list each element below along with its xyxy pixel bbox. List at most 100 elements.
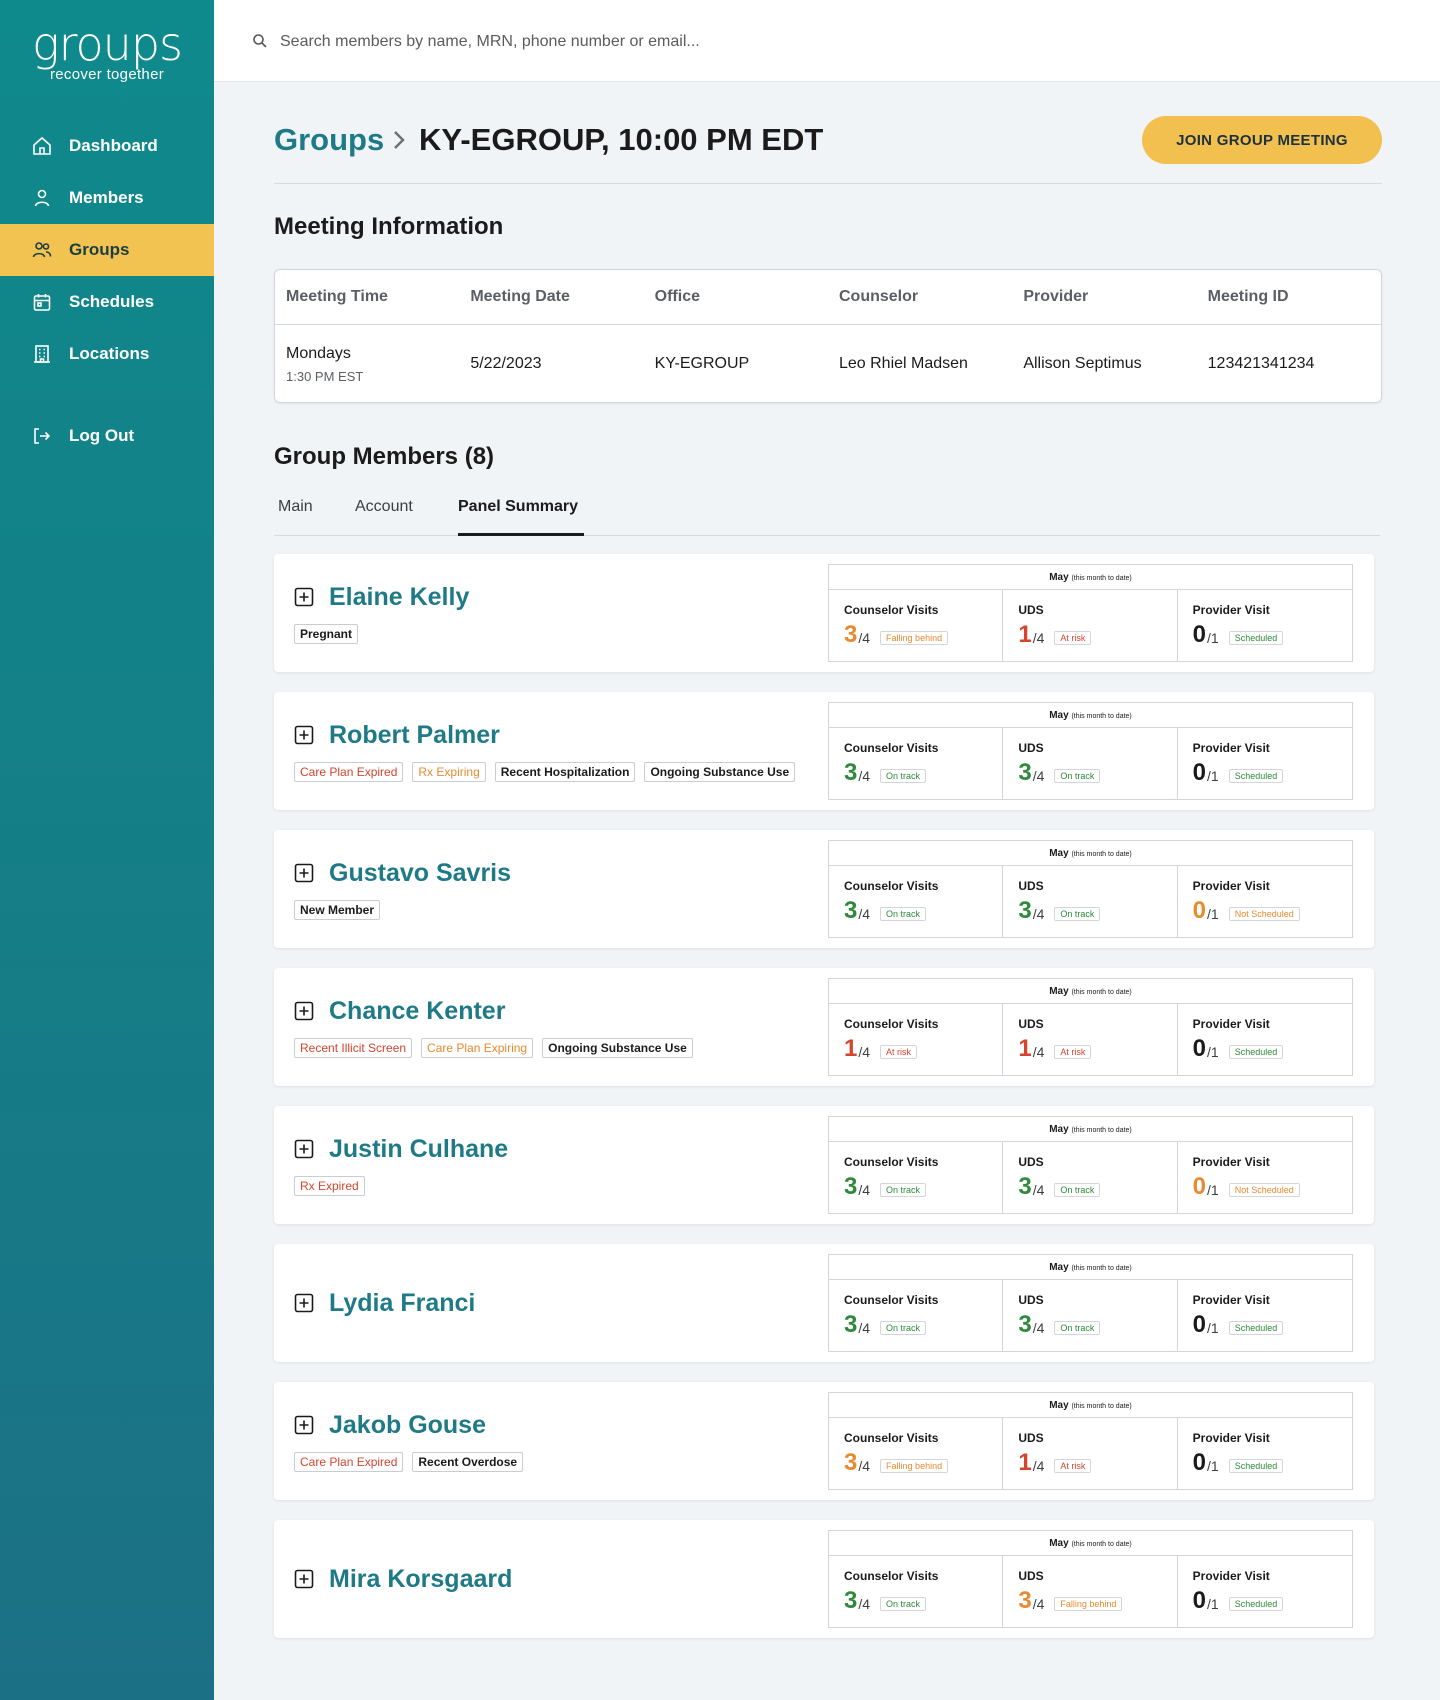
metric-denominator: /4 <box>858 768 871 784</box>
breadcrumb-groups-link[interactable]: Groups <box>274 122 384 158</box>
provider-value: Allison Septimus <box>1023 355 1142 372</box>
metric-counselor-visits: Counselor Visits 3/4 On track <box>829 1142 1004 1214</box>
header-counselor: Counselor <box>838 288 919 305</box>
metric-counselor-visits: Counselor Visits 1/4 At risk <box>829 1004 1004 1076</box>
member-name[interactable]: Robert Palmer <box>329 721 500 750</box>
metric-value-row: 3/4 On track <box>1018 899 1176 923</box>
panel-summary: May (this month to date) Counselor Visit… <box>828 702 1353 800</box>
member-tabs: Main Account Panel Summary <box>274 486 1380 536</box>
metric-value-row: 3/4 Falling behind <box>844 623 1002 647</box>
member-card: Chance Kenter Recent Illicit Screen Care … <box>274 968 1374 1086</box>
metric-counselor-visits: Counselor Visits 3/4 On track <box>829 1556 1004 1628</box>
sidebar-item-locations[interactable]: Locations <box>0 328 214 380</box>
metric-value-row: 1/4 At risk <box>1018 1037 1176 1061</box>
tab-panel-summary[interactable]: Panel Summary <box>458 498 578 516</box>
metric-denominator: /4 <box>1032 906 1045 922</box>
expand-plus-icon[interactable] <box>294 1293 314 1313</box>
brand-logo[interactable]: groups recover together <box>0 18 214 83</box>
summary-month-note: (this month to date) <box>1071 851 1132 858</box>
metric-status-badge: At risk <box>1054 631 1092 645</box>
member-name[interactable]: Gustavo Savris <box>329 859 511 888</box>
metric-counselor-visits: Counselor Visits 3/4 On track <box>829 728 1004 800</box>
sidebar-item-dashboard[interactable]: Dashboard <box>0 120 214 172</box>
sidebar-item-groups[interactable]: Groups <box>0 224 214 276</box>
member-name[interactable]: Mira Korsgaard <box>329 1565 512 1594</box>
metric-status-badge: Scheduled <box>1228 1045 1284 1059</box>
member-card: Elaine Kelly Pregnant May (this month to… <box>274 554 1374 672</box>
metric-status-badge: On track <box>880 1321 927 1335</box>
metric-value: 3 <box>1018 1311 1032 1338</box>
member-tags: New Member <box>294 899 834 920</box>
join-group-meeting-button[interactable]: JOIN GROUP MEETING <box>1142 116 1382 164</box>
member-name[interactable]: Elaine Kelly <box>329 583 469 612</box>
member-name[interactable]: Chance Kenter <box>329 997 505 1026</box>
metric-status-badge: Not Scheduled <box>1228 1183 1300 1197</box>
logout-icon <box>34 428 51 444</box>
member-name[interactable]: Justin Culhane <box>329 1135 508 1164</box>
sidebar-item-schedules[interactable]: Schedules <box>0 276 214 328</box>
member-name[interactable]: Jakob Gouse <box>329 1411 486 1440</box>
meeting-information-title: Meeting Information <box>274 213 504 240</box>
member-name[interactable]: Lydia Franci <box>329 1289 475 1318</box>
metric-status-badge: On track <box>1054 1183 1101 1197</box>
metric-label: Counselor Visits <box>844 1431 939 1445</box>
metric-status-badge: On track <box>880 1183 927 1197</box>
sidebar-item-logout[interactable]: Log Out <box>0 410 214 462</box>
metric-value-row: 3/4 On track <box>844 761 1002 785</box>
metric-counselor-visits: Counselor Visits 3/4 On track <box>829 1280 1004 1352</box>
metric-denominator: /1 <box>1207 1458 1219 1474</box>
expand-plus-icon[interactable] <box>294 1139 314 1159</box>
summary-period: May (this month to date) <box>829 1117 1352 1142</box>
metric-label: Counselor Visits <box>844 1569 939 1583</box>
metric-status-badge: At risk <box>880 1045 918 1059</box>
search-input[interactable] <box>280 26 980 58</box>
expand-plus-icon[interactable] <box>294 863 314 883</box>
sidebar-item-members[interactable]: Members <box>0 172 214 224</box>
metric-status-badge: Scheduled <box>1228 769 1284 783</box>
metric-denominator: /1 <box>1207 906 1219 922</box>
expand-plus-icon[interactable] <box>294 1415 314 1435</box>
metric-value-row: 0/1 Scheduled <box>1193 761 1352 785</box>
metric-provider-visit: Provider Visit 0/1 Scheduled <box>1178 728 1352 800</box>
metric-uds: UDS 1/4 At risk <box>1003 1418 1178 1490</box>
brand-wordmark: groups <box>32 17 183 71</box>
member-name-row: Mira Korsgaard <box>294 1565 834 1594</box>
sidebar-item-label: Schedules <box>69 292 155 311</box>
metric-denominator: /4 <box>1032 630 1045 646</box>
tab-main[interactable]: Main <box>278 498 313 516</box>
metric-label: UDS <box>1018 1017 1044 1031</box>
summary-month: May <box>1049 848 1069 859</box>
member-card: Lydia Franci May (this month to date) Co… <box>274 1244 1374 1362</box>
metric-value: 0 <box>1192 1587 1207 1614</box>
meeting-info-row: Mondays 1:30 PM EST 5/22/2023 KY-EGROUP … <box>275 325 1381 403</box>
expand-plus-icon[interactable] <box>294 1001 314 1021</box>
summary-month-note: (this month to date) <box>1071 1541 1132 1548</box>
summary-metrics: Counselor Visits 3/4 Falling behind UDS 1/4 A… <box>829 1418 1352 1490</box>
metric-status-badge: Scheduled <box>1228 1459 1284 1473</box>
metric-denominator: /1 <box>1207 630 1219 646</box>
tab-account[interactable]: Account <box>355 498 413 516</box>
sidebar-nav: Dashboard Members Groups Schedules Locat… <box>0 120 214 462</box>
metric-label: Provider Visit <box>1192 879 1270 893</box>
metric-denominator: /1 <box>1207 1596 1219 1612</box>
metric-value-row: 3/4 On track <box>1018 1175 1176 1199</box>
summary-metrics: Counselor Visits 3/4 Falling behind UDS 1/4 A… <box>829 590 1352 662</box>
metric-status-badge: On track <box>1054 769 1101 783</box>
member-tags: Recent Illicit Screen Care Plan Expiring O… <box>294 1037 834 1058</box>
expand-plus-icon[interactable] <box>294 725 314 745</box>
member-card: Jakob Gouse Care Plan Expired Recent Over… <box>274 1382 1374 1500</box>
expand-plus-icon[interactable] <box>294 1569 314 1589</box>
summary-month-note: (this month to date) <box>1071 1403 1132 1410</box>
metric-value-row: 0/1 Scheduled <box>1193 1589 1352 1613</box>
expand-plus-icon[interactable] <box>294 587 314 607</box>
metric-value: 3 <box>1018 897 1032 924</box>
panel-summary: May (this month to date) Counselor Visit… <box>828 1392 1353 1490</box>
panel-summary: May (this month to date) Counselor Visit… <box>828 564 1353 662</box>
summary-metrics: Counselor Visits 1/4 At risk UDS 1/4 At risk P… <box>829 1004 1352 1076</box>
metric-counselor-visits: Counselor Visits 3/4 On track <box>829 866 1004 938</box>
metric-label: UDS <box>1018 603 1044 617</box>
member-card: Mira Korsgaard May (this month to date) … <box>274 1520 1374 1638</box>
summary-month: May <box>1049 1262 1069 1273</box>
member-card: Justin Culhane Rx Expired May (this mont… <box>274 1106 1374 1224</box>
metric-value-row: 1/4 At risk <box>844 1037 1002 1061</box>
